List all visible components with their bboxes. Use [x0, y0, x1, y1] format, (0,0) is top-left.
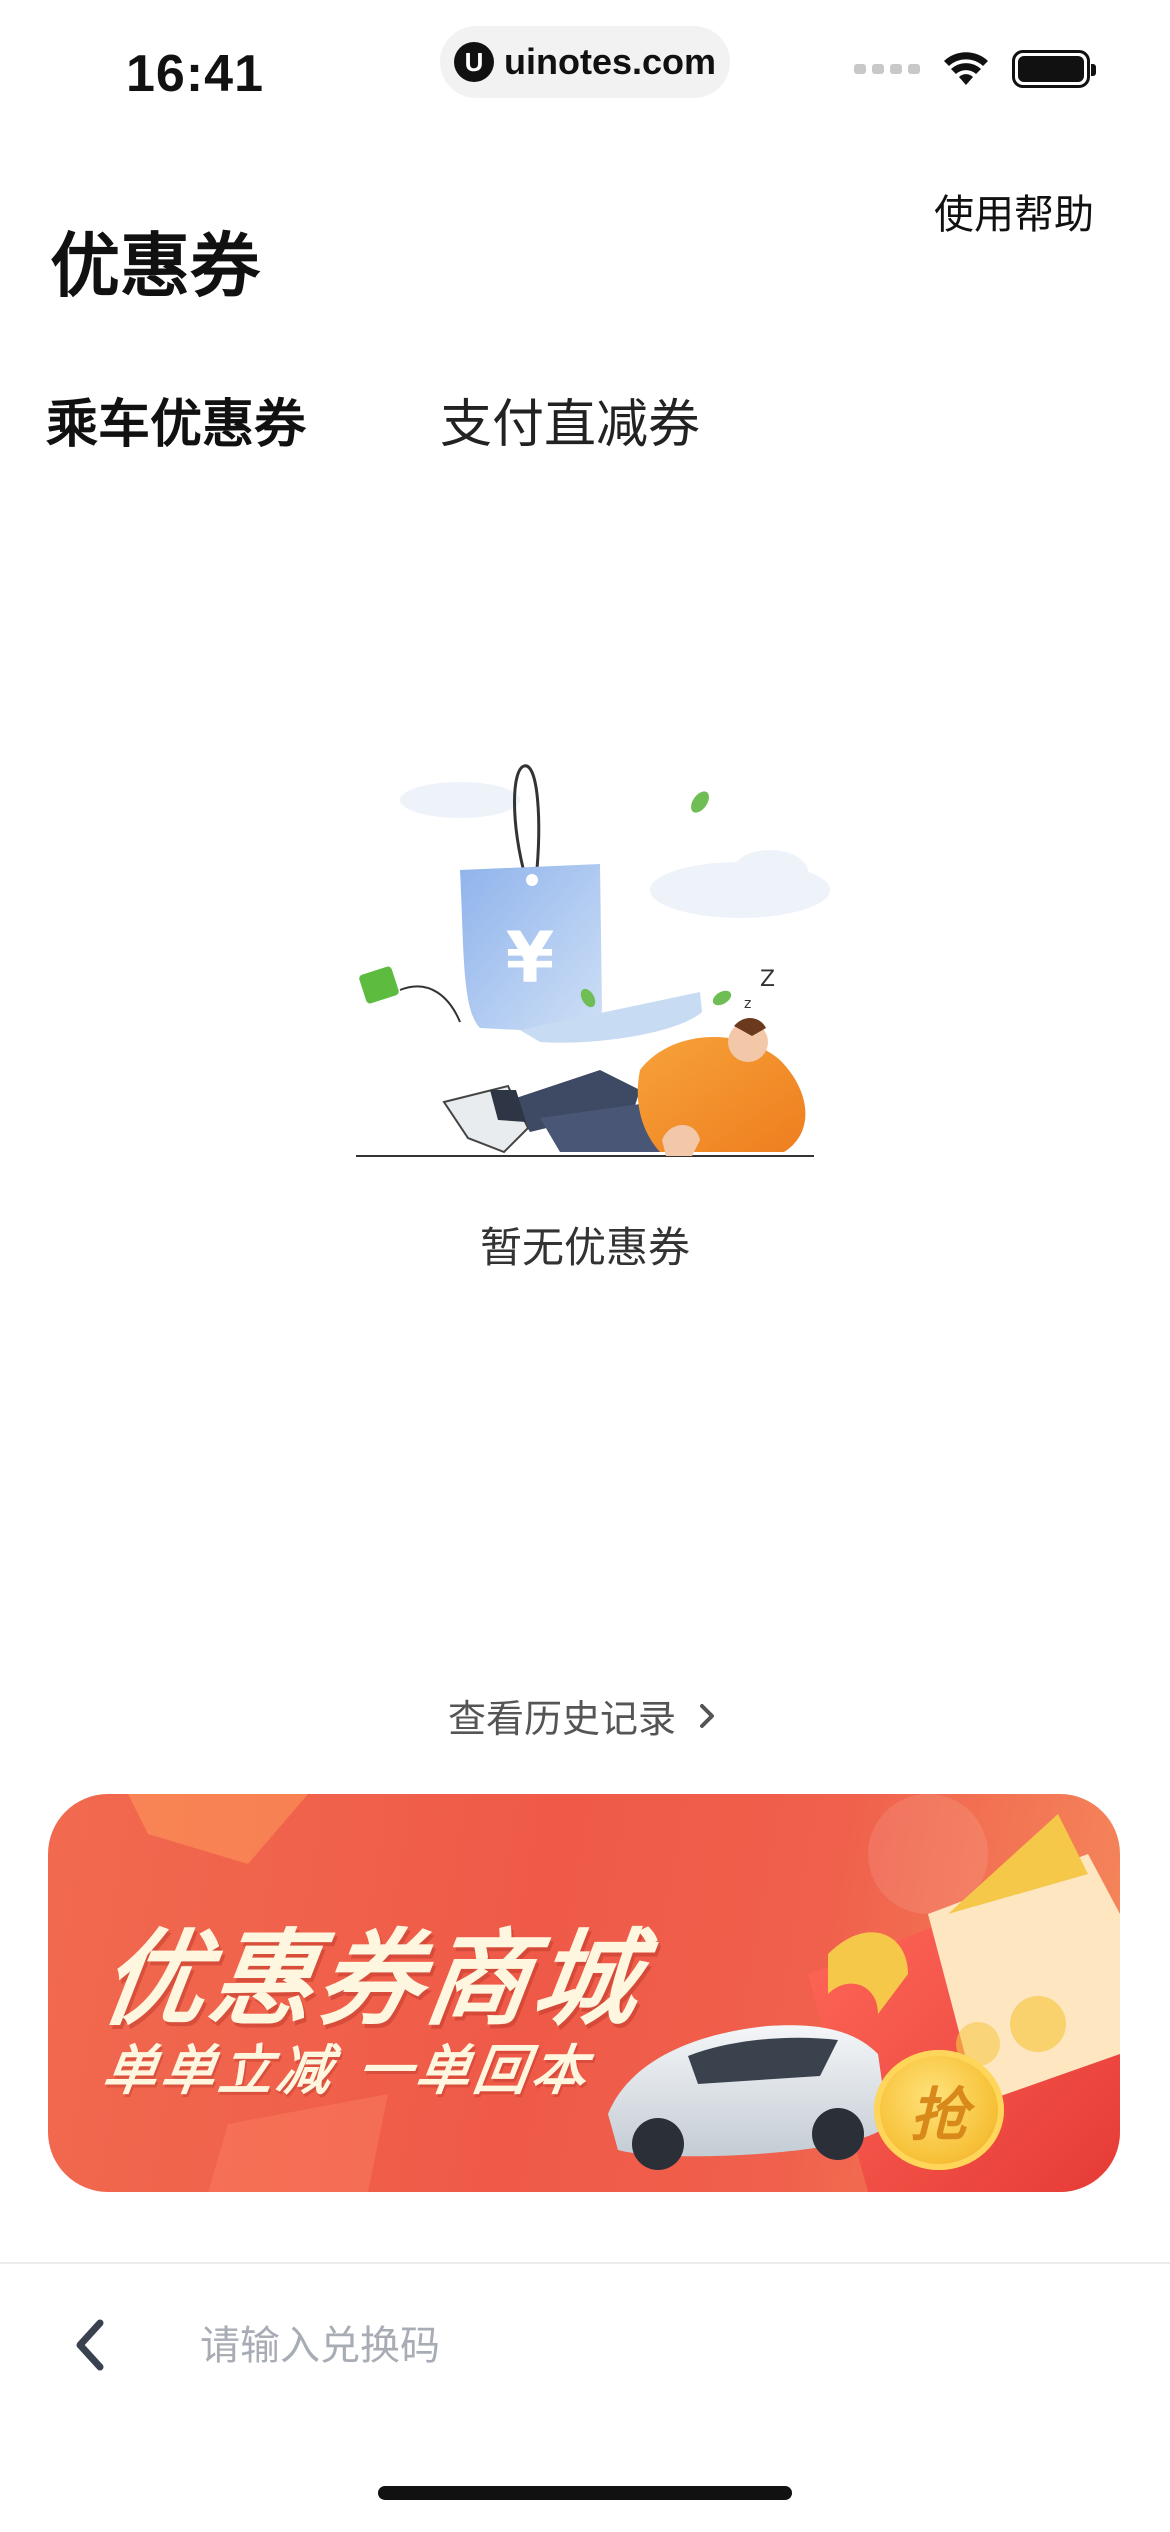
home-indicator — [378, 2486, 792, 2500]
chevron-left-icon — [76, 2319, 104, 2371]
svg-text:z: z — [744, 996, 751, 1012]
history-link-label: 查看历史记录 — [447, 1697, 676, 1741]
svg-text:¥: ¥ — [506, 917, 555, 999]
redeem-code-input[interactable] — [200, 2308, 1100, 2384]
empty-state-message: 暂无优惠券 — [479, 1223, 690, 1272]
status-time: 16:41 — [126, 45, 264, 103]
url-text: uinotes.com — [504, 41, 717, 82]
history-link[interactable]: 查看历史记录 — [0, 1688, 1170, 1743]
wifi-icon — [944, 52, 988, 85]
banner-subtitle: 单单立减 一单回本 — [98, 2039, 595, 2102]
help-link[interactable]: 使用帮助 — [934, 182, 1094, 240]
page-title: 优惠券 — [50, 225, 260, 307]
back-button[interactable] — [60, 2310, 120, 2380]
coupon-tabs: 乘车优惠券 支付直减券 — [36, 382, 1126, 492]
cellular-signal-icon — [854, 64, 920, 74]
tab-ride-coupons-label: 乘车优惠券 — [46, 395, 307, 455]
url-pill[interactable]: U uinotes.com — [440, 26, 730, 98]
empty-coupon-illustration: ¥ Z z — [356, 764, 830, 1157]
battery-icon — [1012, 50, 1096, 88]
status-indicators — [854, 50, 1096, 88]
status-bar: 16:41 U uinotes.com — [0, 0, 1170, 140]
svg-text:Z: Z — [760, 967, 775, 992]
grab-coin-icon: 抢 — [874, 2050, 1004, 2170]
site-logo-icon: U — [454, 42, 494, 82]
chevron-right-icon — [700, 1703, 714, 1728]
tab-payment-discount[interactable]: 支付直减券 — [440, 382, 700, 457]
banner-title: 优惠券商城 — [94, 1918, 652, 2040]
coupon-mall-banner[interactable]: 优惠券商城 单单立减 一单回本 抢 — [48, 1794, 1120, 2192]
tab-ride-coupons[interactable]: 乘车优惠券 — [36, 382, 307, 474]
tab-payment-discount-label: 支付直减券 — [440, 395, 701, 455]
